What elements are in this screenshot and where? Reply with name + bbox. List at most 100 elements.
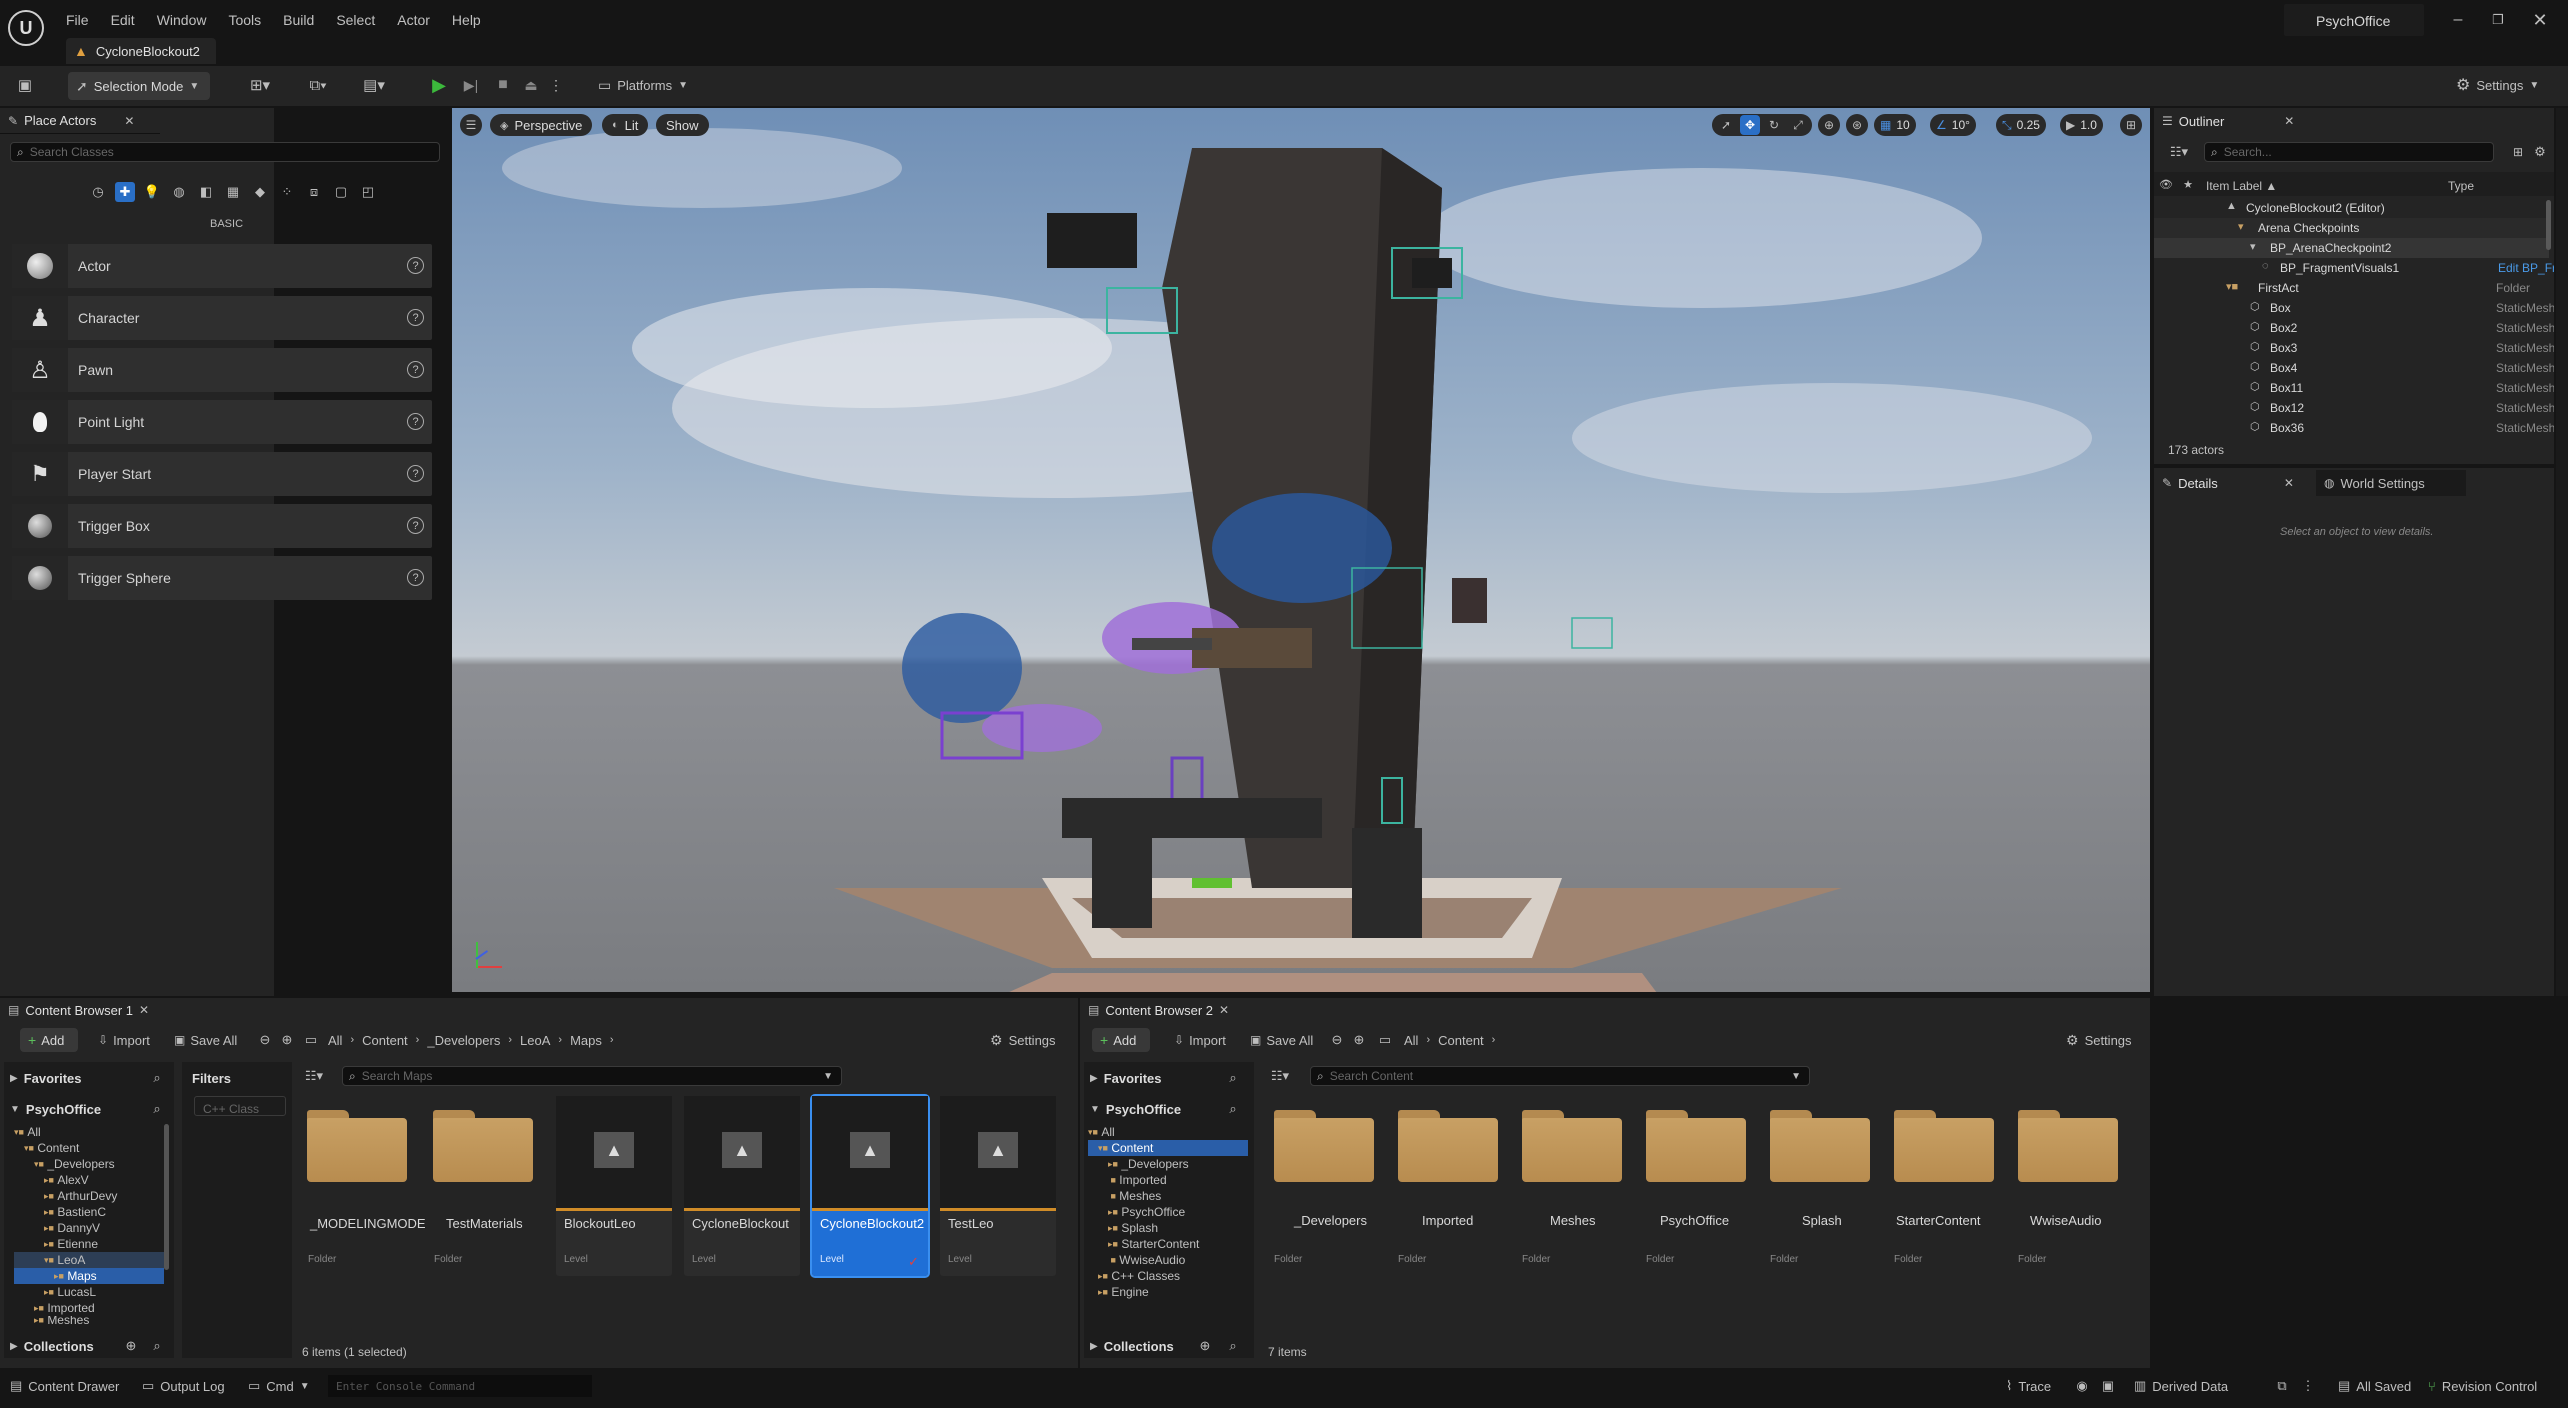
cb2-settings-button[interactable]: ⚙ Settings: [2066, 1030, 2132, 1050]
outliner-tab[interactable]: ☰ Outliner ✕: [2154, 108, 2304, 134]
output-log-button[interactable]: ▭ Output Log: [142, 1374, 225, 1398]
search-classes-input[interactable]: ⌕ Search Classes: [10, 142, 440, 162]
asset-tile[interactable]: Meshes Folder: [1514, 1096, 1634, 1276]
cb1-tab[interactable]: ▤ Content Browser 1 ✕: [0, 998, 170, 1022]
tree-item[interactable]: ▸■ AlexV: [14, 1172, 164, 1188]
asset-tile[interactable]: ▲ TestLeo Level: [940, 1096, 1056, 1276]
help-icon[interactable]: ?: [407, 413, 424, 430]
tree-item[interactable]: ▸■ Splash: [1088, 1220, 1248, 1236]
all-classes-icon[interactable]: ⧈: [304, 182, 324, 202]
history-back-icon[interactable]: ⊖: [1328, 1030, 1346, 1050]
tree-item[interactable]: ▾■ Content: [14, 1140, 164, 1156]
breadcrumb-item[interactable]: All: [1404, 1033, 1418, 1048]
cb2-tab[interactable]: ▤ Content Browser 2 ✕: [1080, 998, 1250, 1022]
cmd-dropdown[interactable]: ▭ Cmd ▼: [248, 1374, 310, 1398]
cb1-filter-chip[interactable]: C++ Class: [194, 1096, 286, 1116]
history-forward-icon[interactable]: ⊕: [1350, 1030, 1368, 1050]
search-icon[interactable]: ⌕: [1224, 1099, 1242, 1119]
record-icon[interactable]: ◉: [2072, 1376, 2092, 1396]
tree-item[interactable]: ▸■ Imported: [14, 1300, 164, 1316]
history-forward-icon[interactable]: ⊕: [278, 1030, 296, 1050]
console-command-input[interactable]: Enter Console Command: [328, 1375, 592, 1397]
cb1-tree-scrollbar[interactable]: [164, 1124, 169, 1270]
scale-snap-button[interactable]: ⤡ 0.25: [1996, 114, 2046, 136]
search-icon[interactable]: ⌕: [148, 1068, 166, 1088]
camera-speed-button[interactable]: ▶ 1.0: [2060, 114, 2103, 136]
tree-item[interactable]: ▸■ StarterContent: [1088, 1236, 1248, 1252]
search-icon[interactable]: ⌕: [148, 1099, 166, 1119]
pin-icon[interactable]: ★: [2180, 176, 2196, 192]
asset-tile[interactable]: Imported Folder: [1390, 1096, 1510, 1276]
asset-tile[interactable]: _MODELINGMODE Folder: [300, 1096, 426, 1276]
recent-icon[interactable]: ◷: [88, 182, 108, 202]
asset-tile[interactable]: WwiseAudio Folder: [2010, 1096, 2130, 1276]
place-actor-item[interactable]: ♟ Character ?: [12, 296, 432, 340]
place-actor-item[interactable]: Point Light ?: [12, 400, 432, 444]
history-back-icon[interactable]: ⊖: [256, 1030, 274, 1050]
filter-icon[interactable]: ☷▾: [2164, 142, 2194, 162]
platforms-dropdown[interactable]: ▭ Platforms ▼: [598, 74, 688, 96]
outliner-row[interactable]: [2154, 418, 2549, 434]
cb1-add-button[interactable]: + Add: [20, 1028, 78, 1052]
help-icon[interactable]: ?: [407, 361, 424, 378]
cb1-search-input[interactable]: ⌕ Search Maps ▼: [342, 1066, 842, 1086]
outliner-settings-icon[interactable]: ⚙: [2530, 142, 2550, 162]
outliner-row[interactable]: [2154, 298, 2549, 318]
cb2-search-input[interactable]: ⌕ Search Content ▼: [1310, 1066, 1810, 1086]
tree-item[interactable]: ▸■ Engine: [1088, 1284, 1248, 1300]
folder-icon[interactable]: ▭: [302, 1030, 320, 1050]
edit-blueprint-link[interactable]: Edit BP_Fragme: [2498, 261, 2554, 275]
menu-file[interactable]: File: [66, 12, 89, 28]
asset-tile[interactable]: ▲ CycloneBlockout Level: [684, 1096, 800, 1276]
tree-item[interactable]: ▾■ LeoA: [14, 1252, 164, 1268]
search-icon[interactable]: ⌕: [1224, 1068, 1242, 1088]
all-saved-button[interactable]: ▤ All Saved: [2338, 1374, 2411, 1398]
cb1-favorites-header[interactable]: ▶ Favorites: [10, 1068, 170, 1088]
cb2-add-button[interactable]: + Add: [1092, 1028, 1150, 1052]
world-local-icon[interactable]: ⊕: [1818, 114, 1840, 136]
selection-mode-dropdown[interactable]: ➚ Selection Mode ▼: [68, 72, 210, 100]
cb1-collections-header[interactable]: ▶ Collections: [10, 1336, 170, 1356]
level-tab[interactable]: ▲ CycloneBlockout2: [66, 38, 216, 64]
trace-button[interactable]: ⌇ Trace: [2006, 1374, 2051, 1398]
tree-item[interactable]: ▸■ C++ Classes: [1088, 1268, 1248, 1284]
add-folder-icon[interactable]: ⊞: [2508, 142, 2528, 162]
play-icon[interactable]: ▶: [428, 74, 450, 96]
place-actor-item[interactable]: ⚑ Player Start ?: [12, 452, 432, 496]
help-icon[interactable]: ?: [407, 257, 424, 274]
cinematics-icon[interactable]: ▤▾: [356, 74, 392, 96]
tree-item[interactable]: ▾■ All: [1088, 1124, 1248, 1140]
add-actor-icon[interactable]: ⊞▾: [242, 74, 278, 96]
close-tab-icon[interactable]: ✕: [2284, 476, 2294, 490]
menu-help[interactable]: Help: [452, 12, 481, 28]
cb1-project-header[interactable]: ▼ PsychOffice: [10, 1099, 170, 1119]
tree-item[interactable]: ■ WwiseAudio: [1088, 1252, 1248, 1268]
revision-control-button[interactable]: ⑂ Revision Control: [2428, 1374, 2537, 1398]
tree-item[interactable]: ▸■ Maps: [14, 1268, 164, 1284]
asset-tile[interactable]: ▲ BlockoutLeo Level: [556, 1096, 672, 1276]
tree-item[interactable]: ■ Meshes: [1088, 1188, 1248, 1204]
tree-item[interactable]: ▸■ DannyV: [14, 1220, 164, 1236]
outliner-row[interactable]: [2154, 358, 2549, 378]
filter-icon[interactable]: ☷▾: [300, 1066, 328, 1086]
more-options-icon[interactable]: ⋮: [548, 74, 564, 96]
level-viewport[interactable]: [452, 108, 2150, 992]
blueprint-icon[interactable]: ⧉▾: [300, 74, 336, 96]
place-actor-item[interactable]: Trigger Box ?: [12, 504, 432, 548]
lit-button[interactable]: ◐ Lit: [602, 114, 649, 136]
search-icon[interactable]: ⌕: [148, 1336, 166, 1356]
unreal-logo-icon[interactable]: U: [8, 10, 44, 46]
outliner-search-input[interactable]: ⌕ Search...: [2204, 142, 2494, 162]
cube-icon[interactable]: ◰: [358, 182, 378, 202]
asset-tile-selected[interactable]: ▲ CycloneBlockout2 Level ✓: [810, 1094, 930, 1278]
save-icon[interactable]: ▣: [14, 74, 36, 96]
tree-item[interactable]: ▸■ _Developers: [1088, 1156, 1248, 1172]
close-window-icon[interactable]: ✕: [2528, 10, 2552, 30]
viewport-menu-icon[interactable]: ☰: [460, 114, 482, 136]
help-icon[interactable]: ?: [407, 465, 424, 482]
close-tab-icon[interactable]: ✕: [124, 114, 134, 128]
source-control-icon[interactable]: ⧉: [2272, 1376, 2292, 1396]
type-column[interactable]: Type: [2448, 179, 2474, 193]
add-collection-icon[interactable]: ⊕: [1196, 1336, 1214, 1356]
box-icon[interactable]: ▢: [331, 182, 351, 202]
